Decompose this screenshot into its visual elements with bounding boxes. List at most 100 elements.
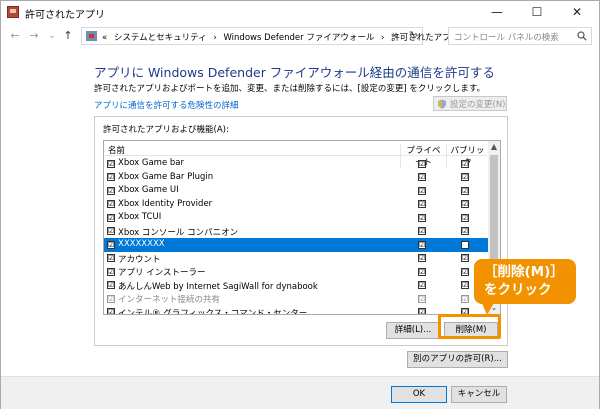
refresh-icon[interactable]: ↻ [409, 29, 418, 42]
list-item[interactable]: ☑ Xbox TCUI ☑ ☑ [104, 211, 488, 225]
private-checkbox[interactable]: ☑ [418, 281, 426, 289]
private-checkbox[interactable]: ☑ [418, 200, 426, 208]
app-enable-checkbox[interactable]: ☑ [107, 200, 115, 208]
private-checkbox[interactable]: ☑ [418, 308, 426, 314]
app-name: Xbox TCUI [118, 212, 162, 222]
recent-dropdown-icon[interactable]: ⌄ [45, 29, 59, 43]
list-item[interactable]: ☑ Xbox Identity Provider ☑ ☑ [104, 198, 488, 212]
private-checkbox[interactable]: ☑ [418, 254, 426, 262]
app-enable-checkbox[interactable]: ☑ [107, 281, 115, 289]
app-enable-checkbox[interactable]: ☑ [107, 186, 115, 195]
public-checkbox[interactable]: ☑ [461, 159, 469, 168]
up-arrow-icon[interactable]: ↑ [61, 29, 75, 43]
app-name: あんしんWeb by Internet SagiWall for dynaboo… [118, 281, 318, 292]
app-enable-checkbox[interactable]: ☑ [107, 213, 115, 222]
change-settings-label: 設定の変更(N) [450, 99, 506, 110]
allowed-apps-group: 許可されたアプリおよび機能(A): 名前 プライベート パブリック ☑Xbox … [94, 116, 508, 346]
public-checkbox[interactable] [461, 240, 469, 249]
control-panel-icon [86, 31, 97, 41]
allowed-apps-list[interactable]: 名前 プライベート パブリック ☑Xbox Game bar☑☑☑Xbox Ga… [103, 140, 501, 315]
search-box[interactable]: コントロール パネルの検索 [448, 27, 592, 45]
list-item[interactable]: ☑ Xbox コンソール コンパニオン ☑ ☑ [104, 225, 488, 239]
window-title: 許可されたアプリ [25, 10, 105, 21]
title-bar: 許可されたアプリ — ☐ ✕ [1, 1, 599, 25]
allow-another-app-button[interactable]: 別のアプリの許可(R)... [407, 351, 508, 368]
public-checkbox[interactable]: ☑ [461, 173, 469, 181]
app-name: インターネット接続の共有 [118, 295, 221, 305]
maximize-button[interactable]: ☐ [517, 1, 557, 23]
app-enable-checkbox[interactable]: ☑ [107, 159, 115, 168]
app-enable-checkbox[interactable]: ☑ [107, 240, 115, 249]
callout-line-1: ［削除(M)］ [484, 264, 564, 280]
ok-button[interactable]: OK [391, 386, 447, 403]
list-item[interactable]: ☑ アプリ インストーラー ☑ ☑ [104, 265, 488, 279]
list-item[interactable]: ☑ Xbox Game bar ☑ ☑ [104, 157, 488, 171]
app-enable-checkbox[interactable]: ☑ [107, 294, 115, 303]
private-checkbox[interactable]: ☑ [418, 267, 426, 276]
private-checkbox[interactable]: ☑ [418, 173, 426, 181]
firewall-app-icon [7, 6, 19, 18]
list-item[interactable]: ☑ インターネット接続の共有 ☑ ☑ [104, 292, 488, 306]
address-dropdown-icon[interactable]: ⌄ [392, 30, 400, 40]
app-name: インテル® グラフィックス・コマンド・センター [118, 308, 308, 315]
cancel-button[interactable]: キャンセル [451, 386, 507, 403]
private-checkbox[interactable]: ☑ [418, 240, 426, 249]
public-checkbox[interactable]: ☑ [461, 186, 469, 195]
search-input[interactable]: コントロール パネルの検索 [454, 31, 559, 43]
app-name: アカウント [118, 254, 161, 265]
list-item[interactable]: ☑ Xbox Game UI ☑ ☑ [104, 184, 488, 198]
public-checkbox[interactable]: ☑ [461, 267, 469, 276]
app-enable-checkbox[interactable]: ☑ [107, 173, 115, 181]
private-checkbox[interactable]: ☑ [418, 213, 426, 222]
app-enable-checkbox[interactable]: ☑ [107, 227, 115, 235]
breadcrumb-overflow[interactable]: « [102, 33, 107, 43]
breadcrumb-firewall[interactable]: Windows Defender ファイアウォール [223, 33, 374, 43]
public-checkbox[interactable]: ☑ [461, 213, 469, 222]
allowed-apps-label: 許可されたアプリおよび機能(A): [103, 125, 229, 135]
public-checkbox[interactable]: ☑ [461, 227, 469, 235]
dialog-footer: OK キャンセル [1, 376, 599, 409]
list-item[interactable]: ☑ アカウント ☑ ☑ [104, 252, 488, 266]
forward-arrow-icon[interactable]: → [27, 29, 41, 43]
details-button[interactable]: 詳細(L)... [386, 322, 440, 339]
main-content: アプリに Windows Defender ファイアウォール経由の通信を許可する… [1, 49, 599, 376]
search-icon[interactable] [577, 31, 587, 41]
private-checkbox[interactable]: ☑ [418, 227, 426, 235]
public-checkbox[interactable]: ☑ [461, 200, 469, 208]
risk-details-link[interactable]: アプリに通信を許可する危険性の詳細 [94, 99, 239, 111]
column-header-name[interactable]: 名前 [108, 144, 125, 156]
app-name: XXXXXXXX [118, 239, 165, 249]
private-checkbox[interactable]: ☑ [418, 159, 426, 168]
close-button[interactable]: ✕ [557, 1, 597, 23]
address-row: ← → ⌄ ↑ « システムとセキュリティ › Windows Defender… [1, 25, 599, 49]
minimize-button[interactable]: — [477, 1, 517, 23]
back-arrow-icon[interactable]: ← [8, 29, 22, 43]
private-checkbox[interactable]: ☑ [418, 294, 426, 303]
list-rows: ☑ Xbox Game bar ☑ ☑ ☑ Xbox Game Bar Plugin ☑ ☑ ☑… [104, 157, 488, 315]
breadcrumb-system-security[interactable]: システムとセキュリティ [114, 33, 207, 43]
breadcrumb-separator[interactable]: › [213, 33, 216, 43]
list-item[interactable]: ☑ インテル® グラフィックス・コマンド・センター ☑ ☑ [104, 306, 488, 315]
list-item[interactable]: ☑ あんしんWeb by Internet SagiWall for dynabo… [104, 279, 488, 293]
page-title: アプリに Windows Defender ファイアウォール経由の通信を許可する [94, 65, 495, 80]
change-settings-button[interactable]: 設定の変更(N) [433, 96, 507, 111]
list-item[interactable]: ☑ XXXXXXXX ☑ [104, 238, 488, 252]
list-item[interactable]: ☑ Xbox Game Bar Plugin ☑ ☑ [104, 171, 488, 185]
public-checkbox[interactable]: ☑ [461, 281, 469, 289]
app-enable-checkbox[interactable]: ☑ [107, 267, 115, 276]
address-bar[interactable]: « システムとセキュリティ › Windows Defender ファイアウォー… [81, 27, 459, 45]
app-enable-checkbox[interactable]: ☑ [107, 308, 115, 314]
public-checkbox[interactable]: ☑ [461, 254, 469, 262]
public-checkbox[interactable]: ☑ [461, 294, 469, 303]
allowed-apps-window: 許可されたアプリ — ☐ ✕ ← → ⌄ ↑ « システムとセキュリティ › W… [0, 0, 600, 409]
app-name: Xbox コンソール コンパニオン [118, 227, 239, 238]
private-checkbox[interactable]: ☑ [418, 186, 426, 195]
app-enable-checkbox[interactable]: ☑ [107, 254, 115, 262]
app-name: Xbox Identity Provider [118, 198, 213, 209]
app-name: アプリ インストーラー [118, 268, 206, 278]
instruction-callout: ［削除(M)］ をクリック [474, 259, 576, 304]
remove-button-highlight [438, 314, 501, 339]
breadcrumb-separator[interactable]: › [381, 33, 384, 43]
scroll-up-icon[interactable]: ▲ [488, 141, 500, 153]
app-name: Xbox Game Bar Plugin [118, 171, 214, 182]
